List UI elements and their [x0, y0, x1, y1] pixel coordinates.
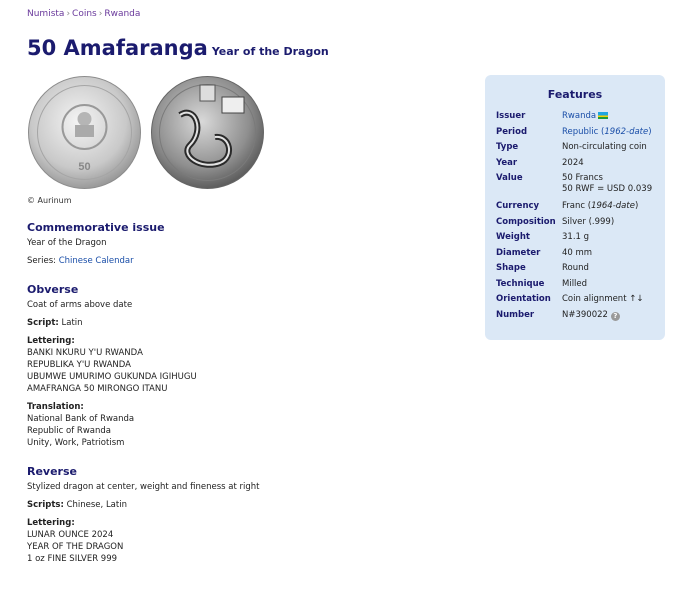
scripts-label: Scripts:: [27, 500, 64, 510]
feature-value: Milled: [562, 278, 588, 289]
obverse-lettering-line: AMAFRANGA 50 MIRONGO ITANU: [27, 384, 168, 394]
feature-value: Silver (.999): [562, 216, 615, 227]
breadcrumb-separator: ›: [98, 9, 103, 19]
feature-key: Orientation: [496, 294, 551, 304]
value-conversion: 50 RWF = USD 0.039: [562, 184, 653, 194]
breadcrumb-rwanda[interactable]: Rwanda: [104, 9, 140, 19]
feature-key: Value: [496, 173, 523, 183]
reverse-scripts: Scripts: Chinese, Latin: [27, 499, 447, 511]
feature-value: Coin alignment ↑↓: [562, 294, 644, 304]
feature-value: Non-circulating coin: [562, 142, 647, 152]
feature-key: Year: [496, 157, 518, 168]
coin-subtitle: Year of the Dragon: [211, 45, 329, 58]
obverse-translation-line: National Bank of Rwanda: [27, 414, 135, 424]
breadcrumb-separator: ›: [66, 9, 71, 19]
script-label: Script:: [27, 318, 59, 328]
feature-key: Composition: [496, 216, 556, 227]
coin-title: 50 Amafaranga: [27, 36, 208, 60]
obverse-script: Script: Latin: [27, 317, 447, 329]
features-panel: Features Issuer Rwanda Period Republic (19…: [485, 75, 665, 340]
issuer-link[interactable]: Rwanda: [562, 111, 596, 121]
feature-row-weight: Weight 31.1 g: [496, 232, 661, 243]
feature-value: 31.1 g: [562, 232, 590, 242]
feature-row-shape: Shape Round: [496, 263, 661, 274]
coin-details: Commemorative issue Year of the Dragon S…: [27, 221, 447, 565]
feature-key: Weight: [496, 232, 530, 242]
obverse-heading: Obverse: [27, 283, 79, 296]
breadcrumb-coins[interactable]: Coins: [72, 9, 97, 19]
feature-row-diameter: Diameter 40 mm: [496, 248, 661, 259]
reverse-lettering-line: LUNAR OUNCE 2024: [27, 530, 114, 540]
scripts-value: Chinese, Latin: [66, 500, 127, 510]
obverse-translation-line: Republic of Rwanda: [27, 426, 111, 436]
page-title: 50 Amafaranga Year of the Dragon: [27, 36, 329, 60]
feature-row-number: Number N#390022?: [496, 310, 661, 321]
feature-value: 50 Francs: [562, 173, 603, 183]
obverse-description: Coat of arms above date: [27, 300, 133, 310]
period-name: Republic: [562, 126, 599, 137]
help-icon[interactable]: ?: [610, 311, 620, 321]
feature-key: Type: [496, 142, 519, 152]
feature-value: N#390022: [562, 309, 608, 320]
breadcrumb: Numista › Coins › Rwanda: [27, 9, 140, 19]
commemorative-heading: Commemorative issue: [27, 221, 165, 234]
feature-value: 40 mm: [562, 247, 593, 258]
feature-row-period: Period Republic (1962-date): [496, 127, 661, 138]
feature-key: Shape: [496, 263, 526, 273]
coin-images: 50: [27, 75, 267, 190]
svg-text:50: 50: [78, 161, 90, 173]
obverse-image[interactable]: 50: [27, 75, 142, 190]
obverse-translation-label: Translation:: [27, 402, 84, 412]
reverse-description: Stylized dragon at center, weight and fi…: [27, 482, 260, 492]
obverse-translation-line: Unity, Work, Patriotism: [27, 438, 125, 448]
reverse-lettering-line: YEAR OF THE DRAGON: [27, 542, 124, 552]
feature-key: Issuer: [496, 111, 526, 121]
reverse-lettering-label: Lettering:: [27, 518, 75, 528]
feature-value: Round: [562, 263, 589, 273]
feature-row-technique: Technique Milled: [496, 279, 661, 290]
obverse-lettering-line: REPUBLIKA Y'U RWANDA: [27, 360, 131, 370]
feature-row-composition: Composition Silver (.999): [496, 217, 661, 228]
feature-value: 2024: [562, 157, 584, 168]
feature-value: Franc: [562, 201, 586, 211]
feature-key: Number: [496, 309, 535, 320]
breadcrumb-numista[interactable]: Numista: [27, 9, 64, 19]
feature-row-issuer: Issuer Rwanda: [496, 111, 661, 122]
obverse-lettering-line: UBUMWE UMURIMO GUKUNDA IGIHUGU: [27, 372, 197, 382]
feature-key: Currency: [496, 201, 540, 211]
features-list: Issuer Rwanda Period Republic (1962-date) …: [496, 111, 661, 325]
feature-row-currency: Currency Franc (1964-date): [496, 201, 639, 211]
period-link[interactable]: Republic (1962-date): [562, 127, 652, 137]
currency-dates: 1964-date: [591, 201, 635, 211]
feature-row-orientation: Orientation Coin alignment ↑↓: [496, 294, 661, 305]
reverse-heading: Reverse: [27, 465, 77, 478]
feature-key: Technique: [496, 278, 545, 289]
obverse-lettering-line: BANKI NKURU Y'U RWANDA: [27, 348, 143, 358]
feature-key: Period: [496, 126, 528, 137]
series-label: Series:: [27, 256, 57, 266]
reverse-lettering-line: 1 oz FINE SILVER 999: [27, 554, 118, 564]
feature-row-year: Year 2024: [496, 158, 661, 169]
series-link[interactable]: Chinese Calendar: [59, 256, 134, 266]
period-dates: 1962-date: [604, 126, 649, 137]
rwanda-flag-icon: [598, 112, 609, 119]
feature-key: Diameter: [496, 247, 541, 258]
reverse-image[interactable]: [150, 75, 265, 190]
script-value: Latin: [61, 318, 83, 328]
series-line: Series: Chinese Calendar: [27, 255, 447, 267]
feature-row-value: Value 50 Francs 50 RWF = USD 0.039: [496, 173, 661, 195]
image-copyright: © Aurinum: [27, 196, 72, 205]
feature-row-type: Type Non-circulating coin: [496, 142, 661, 153]
features-heading: Features: [547, 88, 603, 101]
obverse-lettering-label: Lettering:: [27, 336, 75, 346]
commemorative-text: Year of the Dragon: [27, 238, 107, 248]
